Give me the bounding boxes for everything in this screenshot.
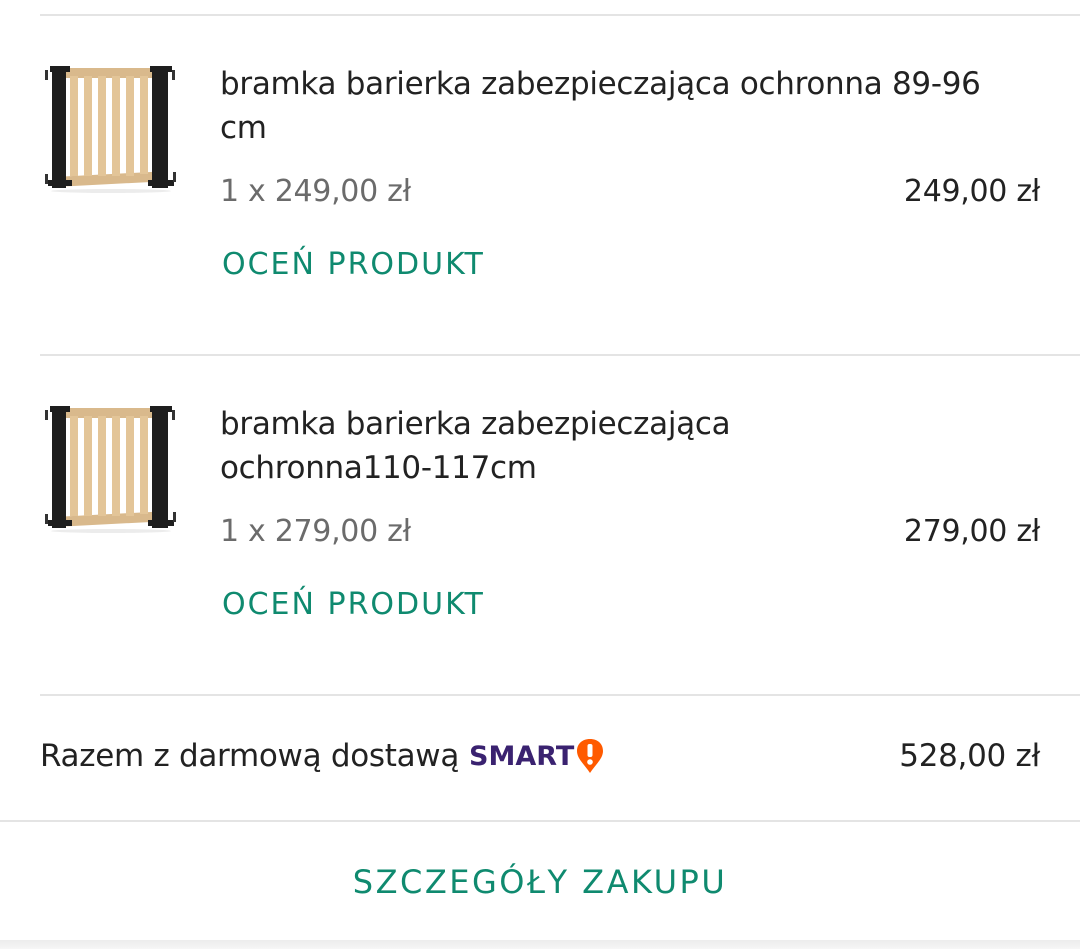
summary-total: 528,00 zł xyxy=(899,738,1040,774)
line-total: 249,00 zł xyxy=(903,174,1040,209)
product-title[interactable]: bramka barierka zabezpieczająca ochronna… xyxy=(220,62,1020,150)
summary-label-row: Razem z darmową dostawą SMART xyxy=(40,738,605,774)
divider xyxy=(40,694,1080,696)
product-title[interactable]: bramka barierka zabezpieczająca ochronna… xyxy=(220,402,1020,490)
rate-product-button[interactable]: OCEŃ PRODUKT xyxy=(222,587,485,622)
order-item: bramka barierka zabezpieczająca ochronna… xyxy=(0,402,1080,702)
summary-label: Razem z darmową dostawą xyxy=(40,738,460,774)
product-image[interactable] xyxy=(44,402,178,536)
divider xyxy=(40,354,1080,356)
product-title-line: cm xyxy=(220,110,267,146)
smart-exclamation-icon xyxy=(577,739,604,773)
order-summary: Razem z darmową dostawą SMART 528,00 zł xyxy=(40,738,1040,788)
divider-top xyxy=(40,14,1080,16)
baby-safety-gate-image xyxy=(44,62,178,196)
smart-logo: SMART xyxy=(469,738,605,774)
smart-logo-text: SMART xyxy=(469,740,575,772)
order-item: bramka barierka zabezpieczająca ochronna… xyxy=(0,62,1080,362)
quantity-price: 1 x 249,00 zł xyxy=(220,174,411,209)
product-image[interactable] xyxy=(44,62,178,196)
product-title-line: ochronna110-117cm xyxy=(220,450,537,486)
bottom-shadow xyxy=(0,940,1080,949)
details-bar: SZCZEGÓŁY ZAKUPU xyxy=(0,820,1080,942)
purchase-details-button[interactable]: SZCZEGÓŁY ZAKUPU xyxy=(353,863,727,901)
product-title-line: bramka barierka zabezpieczająca xyxy=(220,406,731,442)
line-total: 279,00 zł xyxy=(903,514,1040,549)
quantity-price: 1 x 279,00 zł xyxy=(220,514,411,549)
product-title-line: bramka barierka zabezpieczająca ochronna… xyxy=(220,66,981,102)
rate-product-button[interactable]: OCEŃ PRODUKT xyxy=(222,247,485,282)
baby-safety-gate-image xyxy=(44,402,178,536)
